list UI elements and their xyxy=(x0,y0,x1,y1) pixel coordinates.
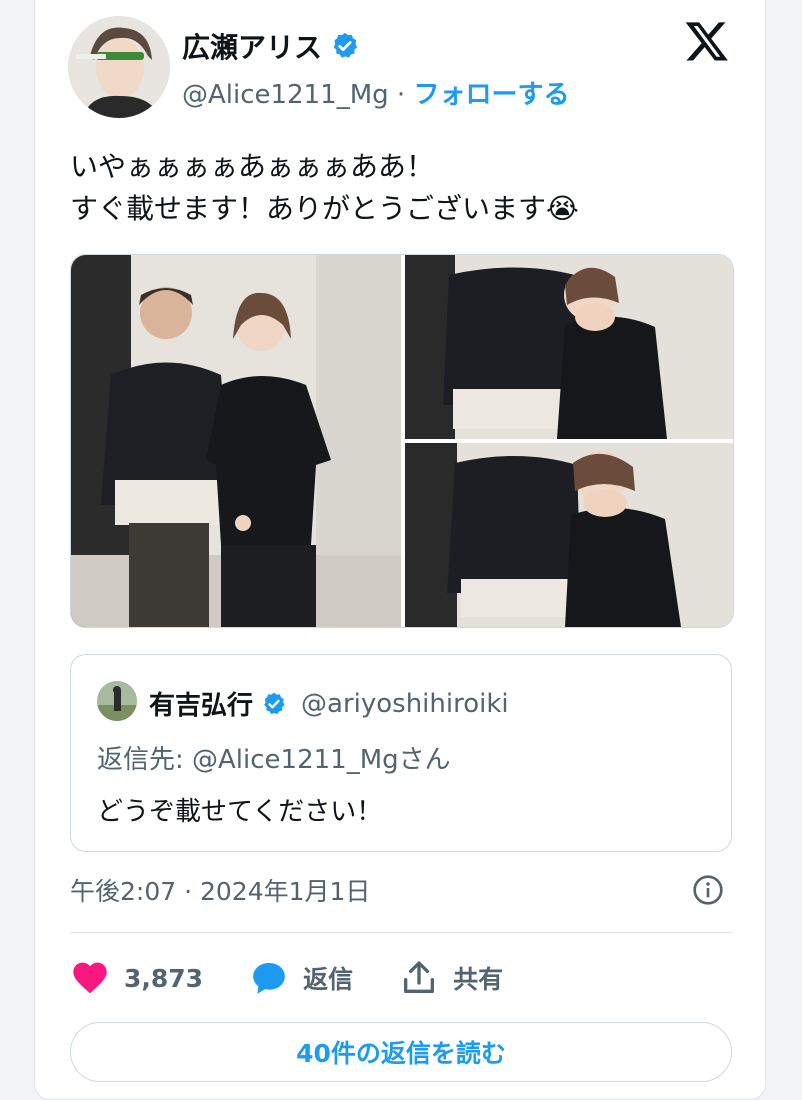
media-grid[interactable] xyxy=(70,254,734,628)
share-button[interactable]: 共有 xyxy=(399,958,503,998)
reply-button[interactable]: 返信 xyxy=(249,958,353,998)
author-handle[interactable]: @Alice1211_Mg xyxy=(182,80,389,110)
quoted-author-avatar[interactable] xyxy=(97,681,137,721)
quoted-post[interactable]: 有吉弘行 @ariyoshihiroiki 返信先: @Alice1211_Mg… xyxy=(70,654,732,852)
info-icon[interactable] xyxy=(692,874,724,906)
photo-left[interactable] xyxy=(71,255,401,627)
author-handle-row: @Alice1211_Mg · フォローする xyxy=(182,74,569,111)
quoted-handle[interactable]: @ariyoshihiroiki xyxy=(301,689,509,719)
tweet-text: いやぁぁぁぁあぁぁぁああ！ すぐ載せます！ありがとうございます😭 xyxy=(70,150,579,225)
quoted-reply-to: 返信先: @Alice1211_Mgさん xyxy=(97,745,451,775)
verified-badge-icon xyxy=(264,692,285,714)
read-replies-button[interactable]: 40件の返信を読む xyxy=(70,1022,732,1082)
like-button[interactable]: 3,873 xyxy=(70,958,203,998)
quoted-display-name[interactable]: 有吉弘行 xyxy=(149,685,253,722)
author-avatar[interactable] xyxy=(68,16,170,118)
author-name-row[interactable]: 広瀬アリス xyxy=(182,26,360,66)
heart-icon xyxy=(73,962,107,994)
author-display-name[interactable]: 広瀬アリス xyxy=(182,26,322,66)
handle-separator: · xyxy=(388,80,414,110)
verified-badge-icon xyxy=(333,32,358,58)
divider xyxy=(70,932,732,933)
share-label: 共有 xyxy=(453,965,504,994)
x-logo-icon[interactable] xyxy=(684,18,730,64)
share-icon xyxy=(404,961,435,993)
photo-top-right[interactable] xyxy=(405,255,733,439)
follow-button[interactable]: フォローする xyxy=(413,80,569,110)
post-timestamp[interactable]: 午後2:07 · 2024年1月1日 xyxy=(70,872,370,908)
like-count: 3,873 xyxy=(124,963,204,993)
action-bar: 3,873 返信 共有 xyxy=(70,954,549,1002)
reply-bubble-icon xyxy=(253,963,285,994)
quoted-author-row: 有吉弘行 @ariyoshihiroiki xyxy=(149,685,509,722)
quoted-text: どうぞ載せてください！ xyxy=(97,797,383,827)
photo-bottom-right[interactable] xyxy=(405,443,733,627)
reply-label: 返信 xyxy=(303,965,354,994)
